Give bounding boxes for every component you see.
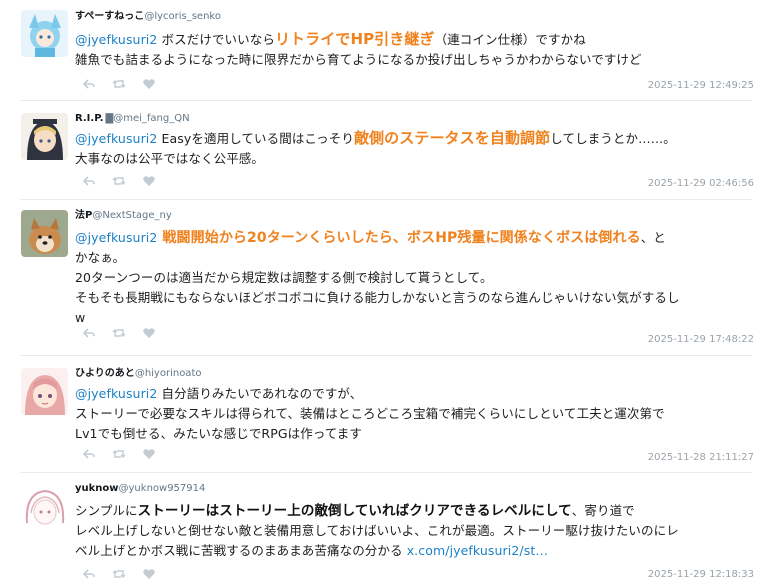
tweet-header: すぺーすねっこ@lycoris_senko — [75, 11, 221, 23]
tweet-text: シンプルにストーリーはストーリー上の敵倒していればクリアできるレベルにして、寄り… — [75, 501, 755, 561]
url-link[interactable]: x.com/jyefkusuri2/st… — [407, 543, 548, 558]
tweet-item: ひよりのあと@hiyorinoato @jyefkusuri2 自分語りみたいで… — [0, 356, 760, 472]
text-segment: してしまうとか……。 — [550, 131, 676, 146]
like-icon[interactable] — [142, 567, 156, 581]
text-line: 雑魚でも詰まるようになった時に限界だから育てようになるか投げ出しちゃうかわからな… — [75, 52, 642, 67]
timestamp[interactable]: 2025-11-29 17:48:22 — [648, 334, 754, 345]
tweet-actions — [82, 447, 156, 461]
highlight-text: 戦闘開始から20ターンくらいしたら、ボスHP残量に関係なくボスは倒れる — [157, 230, 641, 246]
like-icon[interactable] — [142, 174, 156, 188]
text-line: Lv1でも倒せる、みたいな感じでRPGは作ってます — [75, 426, 362, 441]
text-segment: Easyを適用している間はこっそり — [157, 131, 354, 146]
tweet-header: ひよりのあと@hiyorinoato — [75, 368, 201, 380]
avatar[interactable] — [21, 368, 68, 415]
text-segment: ボスだけでいいなら — [157, 32, 275, 47]
tweet-item: R.I.P. ▇@mei_fang_QN @jyefkusuri2 Easyを適用… — [0, 101, 760, 199]
text-line: ストーリーで必要なスキルは得られて、装備はところどころ宝箱で補完くらいにしといて… — [75, 406, 665, 421]
text-line: レベル上げしないと倒せない敵と装備用意しておけばいいよ、これが最適。ストーリー駆… — [75, 523, 679, 538]
timestamp[interactable]: 2025-11-29 02:46:56 — [648, 178, 754, 189]
text-segment: シンプルに — [75, 503, 138, 518]
tweet-item: yuknow@yuknow957914 シンプルにストーリーはストーリー上の敵倒… — [0, 473, 760, 588]
like-icon[interactable] — [142, 77, 156, 91]
text-segment: （連コイン仕様）ですかね — [434, 32, 586, 47]
reply-icon[interactable] — [82, 567, 96, 581]
tweet-actions — [82, 567, 156, 581]
text-line: 20ターンつーのは適当だから規定数は調整する側で検討して貰うとして。 — [75, 270, 493, 285]
user-handle[interactable]: @lycoris_senko — [144, 11, 221, 22]
text-segment: 、寄り道で — [571, 503, 635, 518]
tweet-text: @jyefkusuri2 戦闘開始から20ターンくらいしたら、ボスHP残量に関係… — [75, 228, 755, 328]
mention-link[interactable]: @jyefkusuri2 — [75, 386, 157, 401]
tweet-actions — [82, 77, 156, 91]
mention-link[interactable]: @jyefkusuri2 — [75, 230, 157, 245]
timestamp[interactable]: 2025-11-29 12:49:25 — [648, 80, 754, 91]
tweet-item: すぺーすねっこ@lycoris_senko @jyefkusuri2 ボスだけで… — [0, 0, 760, 100]
user-handle[interactable]: @hiyorinoato — [135, 368, 202, 379]
tweet-text: @jyefkusuri2 自分語りみたいであれなのですが、 ストーリーで必要なス… — [75, 384, 755, 444]
timestamp[interactable]: 2025-11-28 21:11:27 — [648, 452, 754, 463]
display-name[interactable]: すぺーすねっこ — [75, 11, 144, 22]
avatar[interactable] — [21, 210, 68, 257]
reply-icon[interactable] — [82, 447, 96, 461]
like-icon[interactable] — [142, 447, 156, 461]
user-handle[interactable]: @mei_fang_QN — [113, 113, 189, 124]
retweet-icon[interactable] — [112, 326, 126, 340]
mention-link[interactable]: @jyefkusuri2 — [75, 32, 157, 47]
like-icon[interactable] — [142, 326, 156, 340]
text-line: w — [75, 310, 86, 325]
display-name[interactable]: yuknow — [75, 483, 119, 494]
tweet-item: 法P@NextStage_ny @jyefkusuri2 戦闘開始から20ターン… — [0, 200, 760, 355]
text-line: かなぁ。 — [75, 250, 126, 265]
text-line: 大事なのは公平ではなく公平感。 — [75, 151, 265, 166]
highlight-text: 敵側のステータスを自動調節 — [353, 129, 551, 147]
retweet-icon[interactable] — [112, 447, 126, 461]
reply-icon[interactable] — [82, 326, 96, 340]
tweet-header: 法P@NextStage_ny — [75, 210, 172, 222]
display-name[interactable]: 法P — [75, 210, 92, 221]
retweet-icon[interactable] — [112, 567, 126, 581]
text-segment: ベル上げとかボス戦に苦戦するのまあまあ苦痛なの分かる — [75, 543, 407, 558]
tweet-actions — [82, 326, 156, 340]
display-name[interactable]: R.I.P. — [75, 113, 104, 124]
tweet-header: yuknow@yuknow957914 — [75, 483, 205, 495]
highlight-text: リトライでHP引き継ぎ — [274, 30, 435, 48]
retweet-icon[interactable] — [112, 174, 126, 188]
tweet-header: R.I.P. ▇@mei_fang_QN — [75, 113, 190, 125]
tweet-actions — [82, 174, 156, 188]
bold-text: ストーリーはストーリー上の敵倒していればクリアできるレベルにして — [137, 503, 572, 519]
text-segment: 、と — [640, 230, 666, 245]
tweet-text: @jyefkusuri2 ボスだけでいいならリトライでHP引き継ぎ（連コイン仕様… — [75, 29, 755, 70]
user-handle[interactable]: @yuknow957914 — [119, 483, 206, 494]
display-name[interactable]: ひよりのあと — [75, 368, 135, 379]
tweet-feed: すぺーすねっこ@lycoris_senko @jyefkusuri2 ボスだけで… — [0, 0, 760, 588]
reply-icon[interactable] — [82, 174, 96, 188]
avatar[interactable] — [21, 10, 68, 57]
user-handle[interactable]: @NextStage_ny — [92, 210, 171, 221]
avatar[interactable] — [21, 113, 68, 160]
mention-link[interactable]: @jyefkusuri2 — [75, 131, 157, 146]
avatar[interactable] — [21, 483, 68, 530]
tweet-text: @jyefkusuri2 Easyを適用している間はこっそり敵側のステータスを自… — [75, 128, 755, 169]
text-segment: 自分語りみたいであれなのですが、 — [157, 386, 363, 401]
reply-icon[interactable] — [82, 77, 96, 91]
retweet-icon[interactable] — [112, 77, 126, 91]
text-line: そもそも長期戦にもならないほどボコボコに負ける能力しかないと言うのなら進んじゃい… — [75, 290, 680, 305]
timestamp[interactable]: 2025-11-29 12:18:33 — [648, 569, 754, 580]
